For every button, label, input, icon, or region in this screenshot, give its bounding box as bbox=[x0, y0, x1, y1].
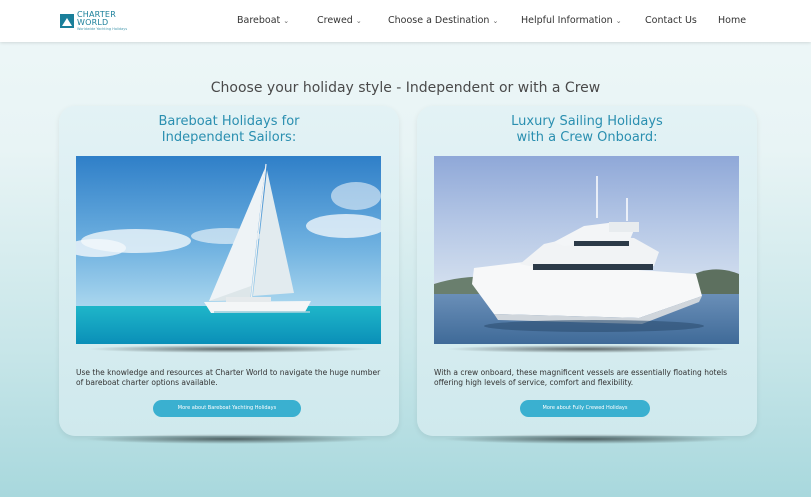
card-shadow bbox=[84, 434, 374, 444]
nav-label: Contact Us bbox=[645, 15, 697, 26]
sailing-catamaran-image[interactable] bbox=[76, 156, 381, 344]
main-navigation: Bareboat ⌄ Crewed ⌄ Choose a Destination ⌄ … bbox=[0, 15, 811, 29]
nav-item-crewed[interactable]: Crewed ⌄ bbox=[317, 15, 362, 26]
card-title-line2: with a Crew Onboard: bbox=[516, 130, 658, 145]
image-shadow bbox=[444, 345, 729, 353]
nav-item-home[interactable]: Home bbox=[718, 15, 746, 26]
bareboat-card: Bareboat Holidays for Independent Sailor… bbox=[59, 106, 399, 436]
card-title: Luxury Sailing Holidays with a Crew Onbo… bbox=[417, 114, 757, 146]
nav-label: Crewed bbox=[317, 15, 353, 26]
more-about-bareboat-button[interactable]: More about Bareboat Yachting Holidays bbox=[153, 400, 301, 417]
nav-item-contact-us[interactable]: Contact Us bbox=[645, 15, 697, 26]
nav-label: Helpful Information bbox=[521, 15, 613, 26]
card-shadow bbox=[442, 434, 732, 444]
nav-item-choose-destination[interactable]: Choose a Destination ⌄ bbox=[388, 15, 498, 26]
card-title-line2: Independent Sailors: bbox=[161, 130, 297, 145]
crewed-card: Luxury Sailing Holidays with a Crew Onbo… bbox=[417, 106, 757, 436]
more-about-crewed-button[interactable]: More about Fully Crewed Holidays bbox=[520, 400, 650, 417]
chevron-down-icon: ⌄ bbox=[492, 17, 499, 25]
nav-label: Choose a Destination bbox=[388, 15, 490, 26]
motor-yacht-image[interactable] bbox=[434, 156, 739, 344]
card-title: Bareboat Holidays for Independent Sailor… bbox=[59, 114, 399, 146]
nav-item-bareboat[interactable]: Bareboat ⌄ bbox=[237, 15, 289, 26]
nav-label: Home bbox=[718, 15, 747, 26]
card-description: With a crew onboard, these magnificent v… bbox=[434, 368, 728, 387]
card-title-line1: Bareboat Holidays for bbox=[158, 114, 300, 129]
chevron-down-icon: ⌄ bbox=[283, 17, 290, 25]
chevron-down-icon: ⌄ bbox=[615, 17, 622, 25]
chevron-down-icon: ⌄ bbox=[355, 17, 362, 25]
card-description: Use the knowledge and resources at Chart… bbox=[76, 368, 381, 387]
nav-item-helpful-information[interactable]: Helpful Information ⌄ bbox=[521, 15, 622, 26]
top-navigation-bar: CHARTER WORLD Worldwide Yachting Holiday… bbox=[0, 0, 811, 42]
image-shadow bbox=[86, 345, 371, 353]
nav-label: Bareboat bbox=[237, 15, 281, 26]
card-title-line1: Luxury Sailing Holidays bbox=[511, 114, 663, 129]
page-headline: Choose your holiday style - Independent … bbox=[210, 80, 601, 96]
